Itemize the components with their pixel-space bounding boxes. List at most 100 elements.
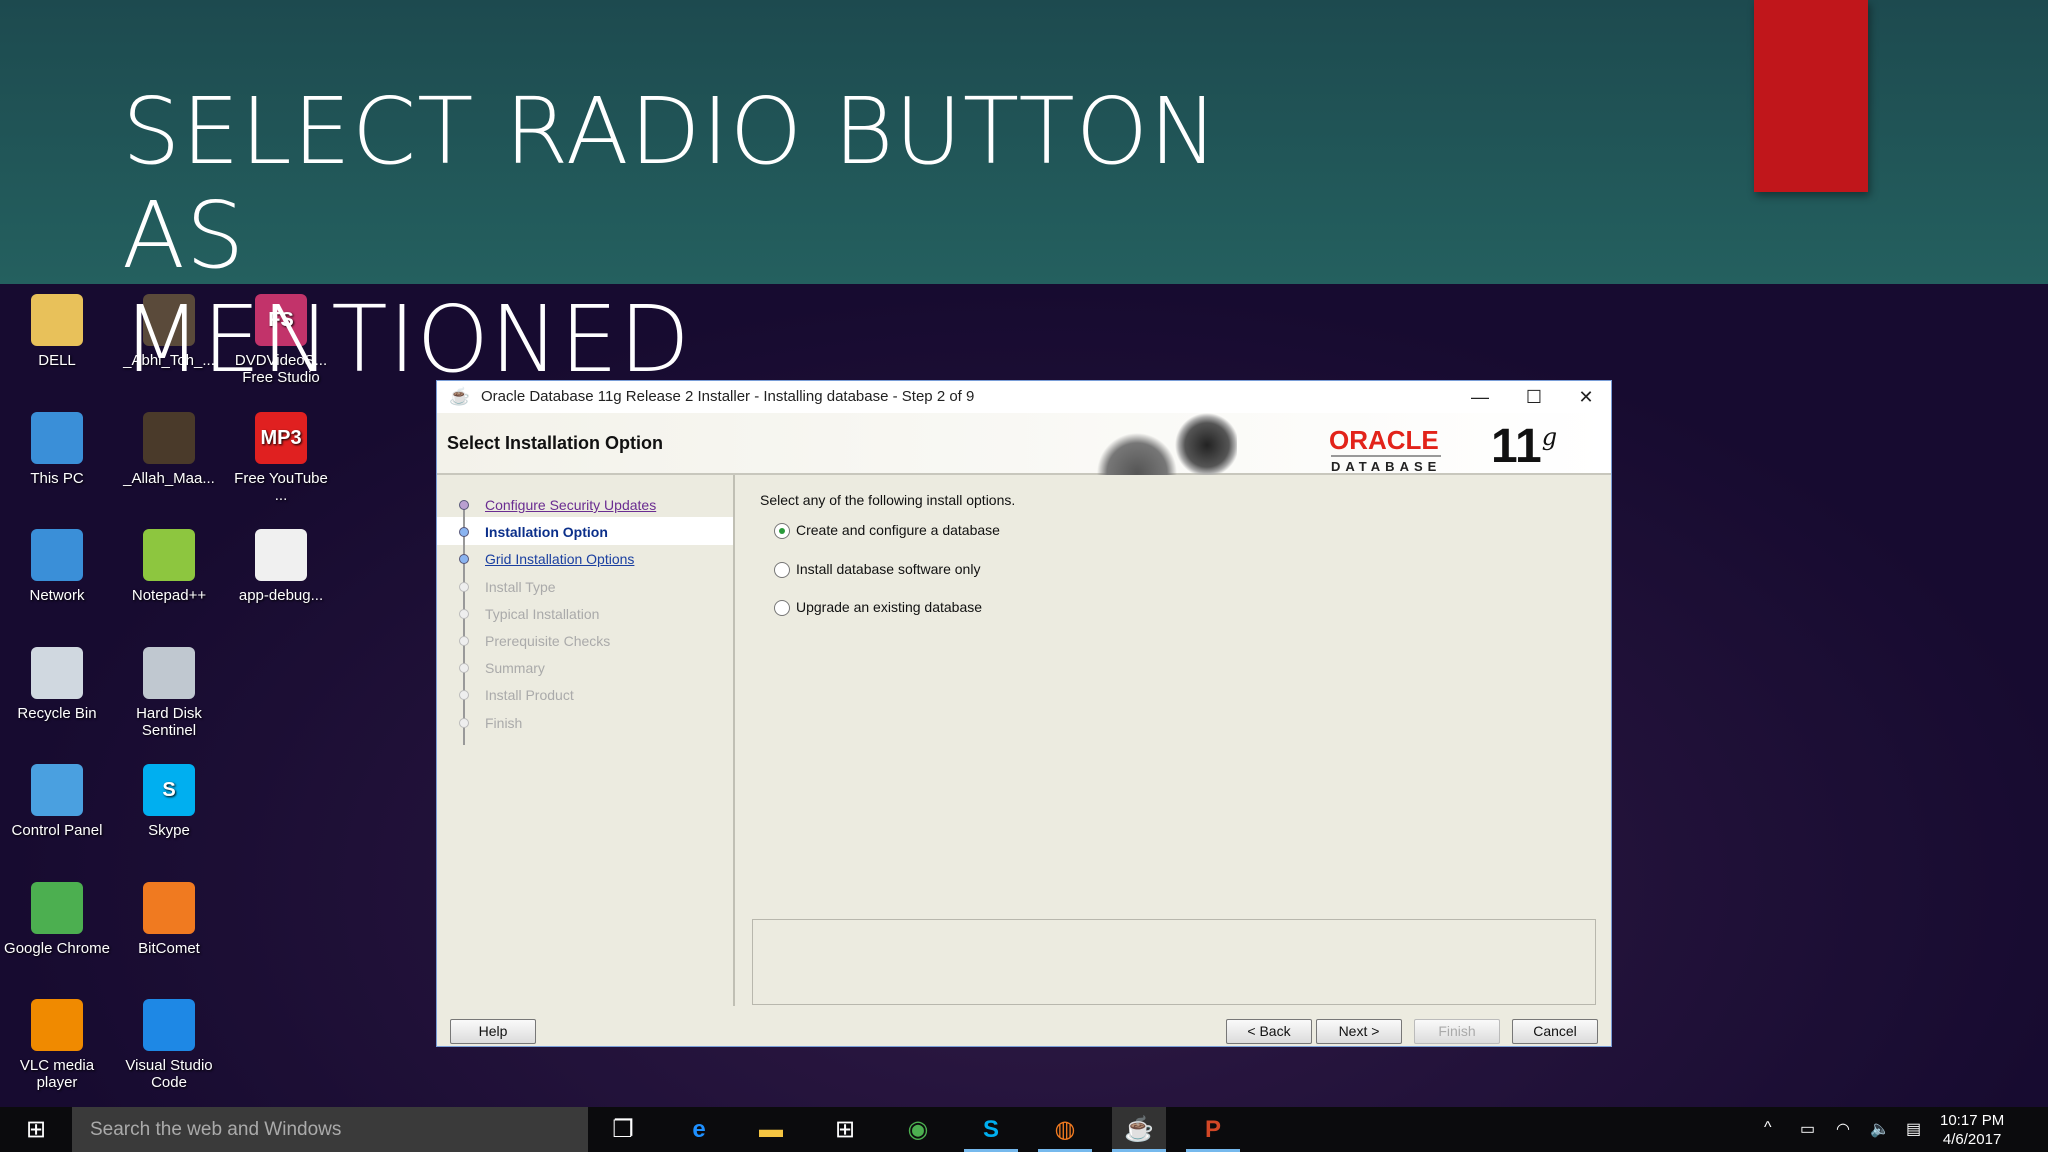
desktop-icon-image [143,529,195,581]
task-view-icon[interactable]: ❐ [596,1107,650,1152]
desktop-icon-image [31,411,83,464]
step-item: Summary [485,660,545,677]
desktop-icon-image: S [143,764,195,816]
desktop-icon[interactable]: VLC media player [2,999,112,1091]
page-title: Select Installation Option [447,433,664,453]
desktop-icon[interactable]: _Allah_Maa... [114,411,224,487]
steps-rail [463,505,465,745]
desktop-icon-label: Skype [148,822,190,839]
radio-label: Install database software only [796,560,981,577]
start-button[interactable]: ⊞ [9,1107,63,1152]
bitcomet-icon[interactable]: ◍ [1038,1107,1092,1152]
desktop-icon-label: DELL [38,352,76,369]
volume-icon[interactable]: 🔈 [1870,1119,1890,1139]
file-explorer-icon[interactable]: ▬ [744,1107,798,1152]
slide-title-line: MENTIONED [122,286,691,393]
desktop-icon-image [143,646,195,699]
battery-icon[interactable]: ▭ [1800,1119,1815,1139]
next-button[interactable]: Next > [1316,1019,1402,1044]
desktop-icon[interactable]: app-debug... [226,529,336,604]
oracle-logo: ORACLE [1329,425,1439,455]
desktop-icon-image [143,411,195,464]
install-option-radio[interactable]: Install database software only [774,561,980,578]
desktop-icon-label: Recycle Bin [17,704,97,722]
step-node-icon [459,663,469,674]
instruction-text: Select any of the following install opti… [760,492,1016,508]
icon-glyph: MP3 [260,426,302,449]
radio-label: Upgrade an existing database [796,599,983,615]
step-node-icon [459,690,469,701]
notifications-icon[interactable]: ▤ [1906,1119,1921,1139]
desktop-icon-label: BitComet [138,939,200,957]
desktop-icon[interactable]: BitComet [114,881,224,957]
radio-label: Create and configure a database [796,522,1000,538]
desktop-icon[interactable]: Control Panel [2,764,112,839]
desktop-icon-image [143,999,195,1051]
desktop-icon[interactable]: This PC [2,411,112,487]
install-option-radio[interactable]: Upgrade an existing database [774,599,983,617]
step-item: Typical Installation [485,605,600,622]
database-logo-text: DATABASE [1331,455,1442,474]
desktop-icon-label: This PC [30,469,84,487]
date: 4/6/2017 [1942,1131,2002,1148]
step-item[interactable]: Installation Option [485,524,608,540]
powerpoint-icon[interactable]: P [1186,1107,1240,1152]
desktop-icon[interactable]: Recycle Bin [2,646,112,722]
step-item[interactable]: Grid Installation Options [485,551,634,567]
step-item: Install Product [485,687,574,704]
desktop-icon-label: app-debug... [238,587,324,604]
step-node-icon [459,500,469,510]
desktop-icon[interactable]: Notepad++ [114,529,224,604]
store-icon[interactable]: ⊞ [818,1107,872,1152]
desktop-icon-label: _Allah_Maa... [123,469,215,487]
step-node-icon [459,581,469,592]
desktop-icon[interactable]: Google Chrome [2,881,112,957]
close-button[interactable]: ✕ [1563,383,1609,411]
red-accent-bar [1754,0,1868,192]
message-area [752,919,1596,1005]
finish-button[interactable]: Finish [1414,1019,1500,1044]
step-node-icon [459,636,469,646]
minimize-button[interactable]: — [1457,383,1503,411]
java-installer-icon[interactable]: ☕ [1112,1107,1166,1152]
clock[interactable]: 10:17 PM 4/6/2017 [1940,1111,2004,1149]
maximize-button[interactable]: ☐ [1511,383,1557,411]
step-node-icon [459,608,469,619]
desktop-icon[interactable]: Network [2,529,112,604]
desktop-icon[interactable]: Visual Studio Code [114,999,224,1091]
radio-circle[interactable] [774,600,790,617]
radio-circle[interactable] [774,561,790,578]
desktop-icon-label: Control Panel [11,822,103,839]
step-node-icon [459,717,469,728]
desktop-icon-image [31,646,83,699]
radio-circle[interactable] [774,523,790,540]
desktop-icon-label: Visual Studio Code [125,1057,213,1091]
desktop-icon[interactable]: DELL [2,294,112,369]
chevron-up-icon[interactable]: ^ [1764,1119,1772,1137]
install-option-radio[interactable]: Create and configure a database [774,522,1000,540]
skype-icon[interactable]: S [964,1107,1018,1152]
edge-icon[interactable]: e [672,1107,726,1152]
step-item[interactable]: Configure Security Updates [485,497,656,513]
slide-title-band: SELECT RADIO BUTTON AS MENTIONED [0,0,2048,392]
desktop-icon-label: Hard Disk Sentinel [136,704,202,739]
version-logo: 11g [1491,419,1557,474]
back-button[interactable]: < Back [1226,1019,1312,1044]
wifi-icon[interactable]: ◠ [1836,1119,1850,1139]
step-item: Prerequisite Checks [485,633,611,649]
desktop-icon-label: Notepad++ [131,587,207,604]
chrome-icon[interactable]: ◉ [891,1107,945,1152]
desktop-icon-label: Google Chrome [4,939,110,957]
desktop-icon[interactable]: MP3 Free YouTube ... [226,411,336,504]
desktop-icon[interactable]: S Skype [114,764,224,839]
desktop-icon-image [255,529,307,581]
desktop-icon-image [143,881,195,934]
desktop-icon-label: VLC media player [19,1057,95,1091]
desktop-icon[interactable]: Hard Disk Sentinel [114,646,224,739]
help-button[interactable]: Help [450,1019,536,1044]
icon-glyph: S [162,779,176,801]
desktop-icon-image: MP3 [255,411,307,464]
search-box[interactable]: Search the web and Windows [72,1107,588,1152]
steps-panel: Configure Security Updates Installation O… [437,475,735,1006]
cancel-button[interactable]: Cancel [1512,1019,1598,1044]
